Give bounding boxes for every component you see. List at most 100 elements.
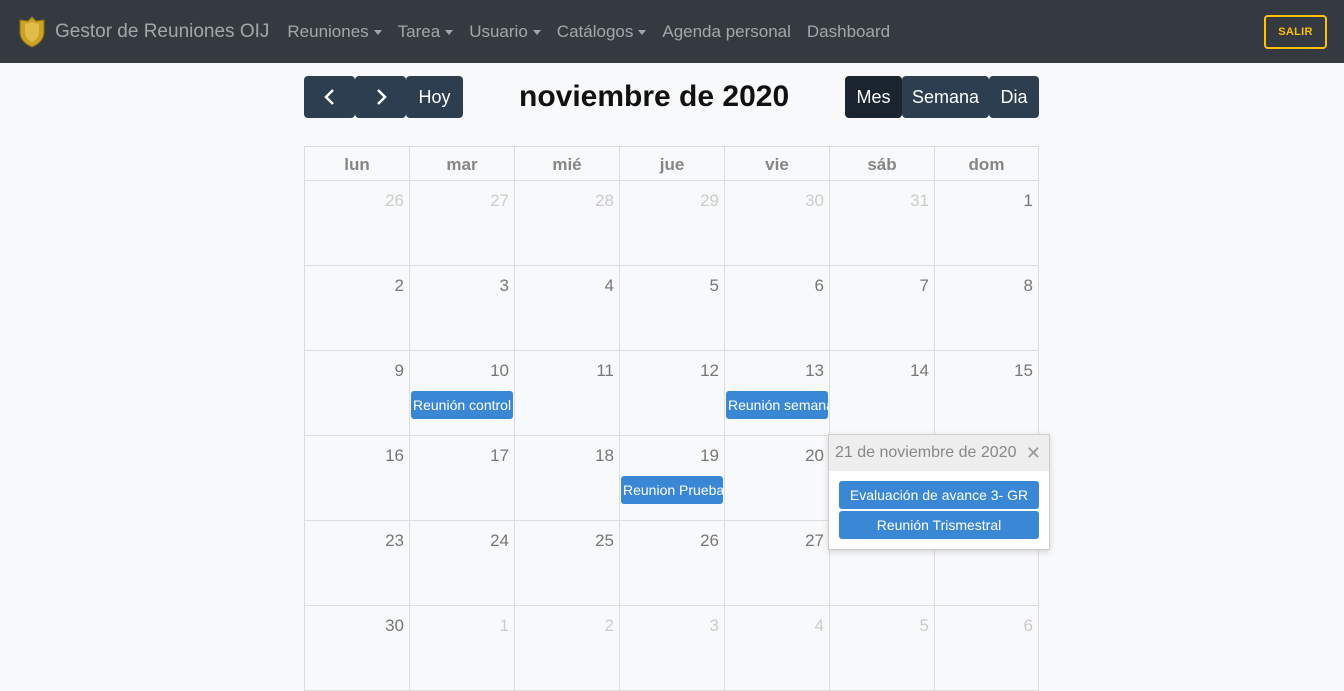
nav-dashboard[interactable]: Dashboard xyxy=(807,22,890,42)
day-number[interactable]: 27 xyxy=(490,191,509,211)
day-cell[interactable]: 3 xyxy=(409,266,514,351)
day-number[interactable]: 1 xyxy=(1024,191,1033,211)
day-cell[interactable]: 2 xyxy=(304,266,409,351)
day-number[interactable]: 27 xyxy=(805,531,824,551)
day-cell[interactable]: 26 xyxy=(619,521,724,606)
day-number[interactable]: 2 xyxy=(395,276,404,296)
day-number[interactable]: 1 xyxy=(500,616,509,636)
day-cell[interactable]: 28 xyxy=(514,181,619,266)
nav-tarea[interactable]: Tarea xyxy=(398,22,454,42)
week-row: 26 27 28 29 30 31 1 xyxy=(304,181,1039,266)
view-month-button[interactable]: Mes xyxy=(845,76,902,118)
day-cell[interactable]: 2 xyxy=(514,606,619,691)
day-number[interactable]: 18 xyxy=(595,446,614,466)
day-number[interactable]: 7 xyxy=(920,276,929,296)
day-cell[interactable]: 5 xyxy=(619,266,724,351)
day-number[interactable]: 4 xyxy=(815,616,824,636)
day-cell[interactable]: 31 xyxy=(829,181,934,266)
day-cell[interactable]: 7 xyxy=(829,266,934,351)
popover-event[interactable]: Reunión Trismestral xyxy=(839,511,1039,539)
nav-reuniones[interactable]: Reuniones xyxy=(287,22,382,42)
calendar-event[interactable]: Reunion Prueba xyxy=(621,476,723,504)
day-number[interactable]: 23 xyxy=(385,531,404,551)
day-number[interactable]: 31 xyxy=(910,191,929,211)
day-cell[interactable]: 14 xyxy=(829,351,934,436)
main-nav: Reuniones Tarea Usuario Catálogos Agenda… xyxy=(287,22,906,42)
day-cell[interactable]: 18 xyxy=(514,436,619,521)
day-number[interactable]: 19 xyxy=(700,446,719,466)
day-cell[interactable]: 4 xyxy=(514,266,619,351)
day-cell[interactable]: 30 xyxy=(724,181,829,266)
logout-button[interactable]: SALIR xyxy=(1264,15,1327,49)
day-number[interactable]: 6 xyxy=(1024,616,1033,636)
day-number[interactable]: 25 xyxy=(595,531,614,551)
day-number[interactable]: 5 xyxy=(920,616,929,636)
day-number[interactable]: 6 xyxy=(815,276,824,296)
day-cell[interactable]: 29 xyxy=(619,181,724,266)
day-cell[interactable]: 27 xyxy=(724,521,829,606)
nav-catalogos[interactable]: Catálogos xyxy=(557,22,647,42)
day-number[interactable]: 2 xyxy=(605,616,614,636)
day-cell[interactable]: 13 Reunión semanal xyxy=(724,351,829,436)
day-number[interactable]: 8 xyxy=(1024,276,1033,296)
day-cell[interactable]: 20 xyxy=(724,436,829,521)
next-button[interactable] xyxy=(355,76,406,118)
day-number[interactable]: 26 xyxy=(385,191,404,211)
day-number[interactable]: 15 xyxy=(1014,361,1033,381)
day-number[interactable]: 30 xyxy=(385,616,404,636)
view-day-button[interactable]: Dia xyxy=(989,76,1039,118)
day-cell[interactable]: 15 xyxy=(934,351,1039,436)
day-cell[interactable]: 25 xyxy=(514,521,619,606)
day-cell[interactable]: 6 xyxy=(934,606,1039,691)
view-week-button[interactable]: Semana xyxy=(902,76,989,118)
day-number[interactable]: 12 xyxy=(700,361,719,381)
day-cell[interactable]: 11 xyxy=(514,351,619,436)
day-cell[interactable]: 27 xyxy=(409,181,514,266)
popover-event[interactable]: Evaluación de avance 3- GR xyxy=(839,481,1039,509)
day-number[interactable]: 20 xyxy=(805,446,824,466)
day-number[interactable]: 4 xyxy=(605,276,614,296)
day-cell[interactable]: 4 xyxy=(724,606,829,691)
day-number[interactable]: 24 xyxy=(490,531,509,551)
day-cell[interactable]: 8 xyxy=(934,266,1039,351)
day-number[interactable]: 9 xyxy=(395,361,404,381)
today-button[interactable]: Hoy xyxy=(406,76,463,118)
day-cell[interactable]: 6 xyxy=(724,266,829,351)
day-cell[interactable]: 9 xyxy=(304,351,409,436)
day-number[interactable]: 17 xyxy=(490,446,509,466)
day-cell[interactable]: 26 xyxy=(304,181,409,266)
day-number[interactable]: 11 xyxy=(596,361,614,381)
day-number[interactable]: 28 xyxy=(595,191,614,211)
day-cell[interactable]: 19 Reunion Prueba xyxy=(619,436,724,521)
day-number[interactable]: 3 xyxy=(500,276,509,296)
prev-button[interactable] xyxy=(304,76,355,118)
day-cell[interactable]: 24 xyxy=(409,521,514,606)
day-cell[interactable]: 12 xyxy=(619,351,724,436)
brand[interactable]: Gestor de Reuniones OIJ xyxy=(17,15,269,48)
day-cell[interactable]: 5 xyxy=(829,606,934,691)
day-number[interactable]: 29 xyxy=(700,191,719,211)
day-number[interactable]: 16 xyxy=(385,446,404,466)
day-cell[interactable]: 1 xyxy=(934,181,1039,266)
day-number[interactable]: 3 xyxy=(710,616,719,636)
calendar-event[interactable]: Reunión control xyxy=(411,391,513,419)
day-cell[interactable]: 23 xyxy=(304,521,409,606)
popover-title: 21 de noviembre de 2020 xyxy=(829,435,1049,471)
day-cell[interactable]: 17 xyxy=(409,436,514,521)
nav-agenda-personal[interactable]: Agenda personal xyxy=(662,22,791,42)
day-number[interactable]: 5 xyxy=(710,276,719,296)
day-cell[interactable]: 10 Reunión control xyxy=(409,351,514,436)
close-icon[interactable]: ✕ xyxy=(1026,443,1041,464)
day-cell[interactable]: 3 xyxy=(619,606,724,691)
day-number[interactable]: 10 xyxy=(490,361,509,381)
day-cell[interactable]: 16 xyxy=(304,436,409,521)
day-cell[interactable]: 30 xyxy=(304,606,409,691)
day-cell[interactable]: 1 xyxy=(409,606,514,691)
nav-usuario[interactable]: Usuario xyxy=(469,22,541,42)
day-number[interactable]: 14 xyxy=(910,361,929,381)
weekday-header-cell: dom xyxy=(934,146,1039,181)
day-number[interactable]: 26 xyxy=(700,531,719,551)
calendar-event[interactable]: Reunión semanal xyxy=(726,391,828,419)
day-number[interactable]: 30 xyxy=(805,191,824,211)
day-number[interactable]: 13 xyxy=(805,361,824,381)
